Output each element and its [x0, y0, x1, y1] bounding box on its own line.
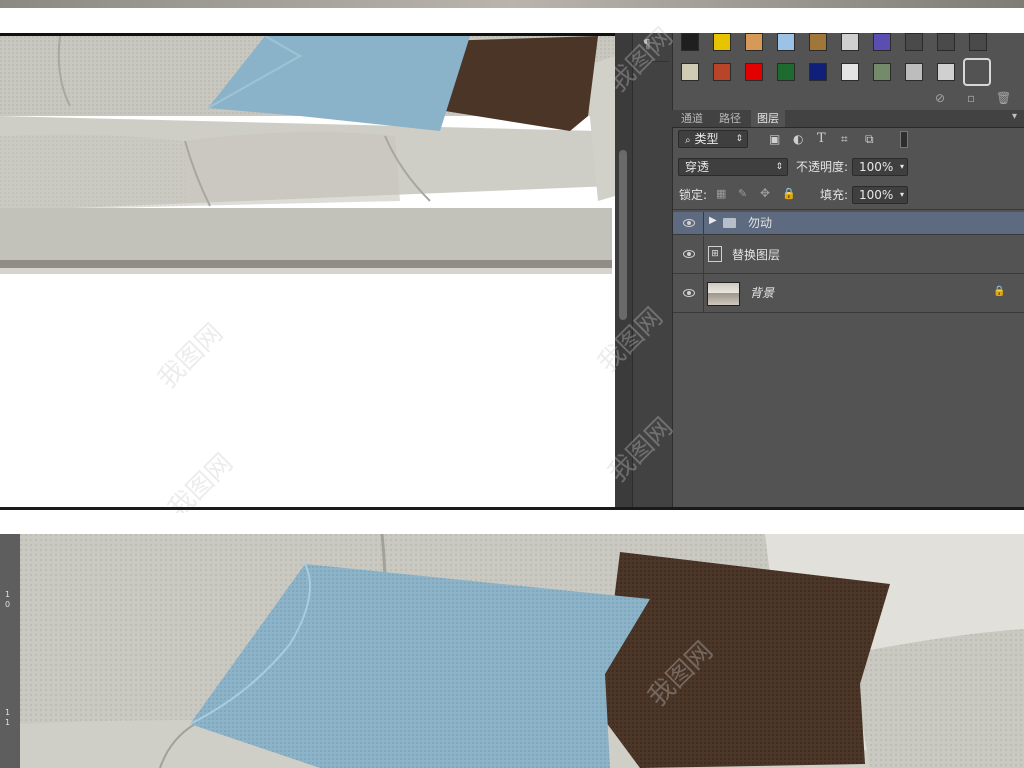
opacity-value: 100%: [859, 160, 894, 174]
chevron-updown-icon: ⇕: [735, 134, 743, 144]
style-swatch[interactable]: [937, 63, 955, 81]
ruler-mark: 1: [5, 708, 11, 717]
filter-toggle[interactable]: [900, 131, 908, 148]
opacity-input[interactable]: 100% ▾: [852, 158, 908, 176]
divider: [703, 212, 704, 234]
panel-menu-icon[interactable]: ▾: [1012, 111, 1017, 122]
style-swatch[interactable]: [873, 63, 891, 81]
expand-triangle-icon[interactable]: ▶: [709, 215, 717, 226]
new-style-icon[interactable]: ▫: [967, 91, 975, 105]
layer-row-group[interactable]: ▶ 勿动: [673, 212, 1024, 235]
style-swatch[interactable]: [713, 33, 731, 51]
layer-row-smart-object[interactable]: ⊞ 替换图层: [673, 236, 1024, 274]
search-icon: ⌕: [685, 135, 691, 146]
style-swatch[interactable]: [681, 33, 699, 51]
fill-label: 填充:: [820, 188, 849, 202]
layer-name[interactable]: 勿动: [748, 215, 772, 231]
pixel-filter-icon[interactable]: ▣: [769, 132, 780, 146]
lock-all-icon[interactable]: 🔒: [782, 187, 796, 200]
sofa-photo: [20, 534, 1024, 768]
panel-dock-gutter: ¶: [632, 33, 673, 510]
style-swatch[interactable]: [905, 33, 923, 51]
style-swatch[interactable]: [777, 33, 795, 51]
layer-name[interactable]: 背景: [750, 285, 774, 301]
smart-object-filter-icon[interactable]: ⧉: [865, 132, 874, 147]
chevron-updown-icon: ⇕: [775, 162, 783, 172]
chevron-down-icon: ▾: [899, 190, 904, 199]
blend-mode-dropdown[interactable]: 穿透 ⇕: [678, 158, 788, 176]
ruler-mark: 1: [5, 590, 11, 599]
top-photo-strip: [0, 0, 1024, 8]
style-swatch[interactable]: [937, 33, 955, 51]
ruler-mark: 1: [5, 718, 11, 727]
style-swatch[interactable]: [841, 63, 859, 81]
type-filter-icon[interactable]: T: [817, 131, 826, 146]
chevron-down-icon: ▾: [899, 162, 904, 171]
style-swatch[interactable]: [969, 33, 987, 51]
style-swatch[interactable]: [777, 63, 795, 81]
lock-transparent-icon[interactable]: ▦: [716, 187, 726, 200]
smart-object-icon: ⊞: [708, 246, 722, 262]
visibility-eye-icon[interactable]: [683, 289, 695, 297]
divider: [703, 236, 704, 273]
style-swatch[interactable]: [809, 33, 827, 51]
tab-layers[interactable]: 图层: [751, 110, 785, 127]
sofa-image-top: [0, 36, 615, 274]
fill-input[interactable]: 100% ▾: [852, 186, 908, 204]
divider: [703, 274, 704, 312]
divider: [639, 61, 669, 62]
divider: [673, 209, 1024, 210]
style-swatch[interactable]: [681, 63, 699, 81]
style-swatch[interactable]: [809, 63, 827, 81]
document-canvas[interactable]: 我图网 我图网: [0, 33, 615, 513]
layer-thumbnail: [707, 282, 740, 306]
adjustment-filter-icon[interactable]: ◐: [793, 132, 803, 146]
style-swatch[interactable]: [873, 33, 891, 51]
style-swatch[interactable]: [905, 63, 923, 81]
filter-kind-label: 类型: [694, 132, 719, 146]
visibility-eye-icon[interactable]: [683, 250, 695, 258]
style-swatch[interactable]: [745, 63, 763, 81]
lock-image-icon[interactable]: ✎: [738, 187, 747, 200]
scrollbar-thumb[interactable]: [619, 150, 627, 320]
sofa-image-bottom: 我图网: [20, 534, 1024, 768]
lock-icon: 🔒: [993, 286, 1006, 297]
folder-icon: [723, 218, 736, 228]
lock-position-icon[interactable]: ✥: [760, 186, 770, 200]
style-swatch[interactable]: [713, 63, 731, 81]
paragraph-icon[interactable]: ¶: [643, 37, 651, 51]
ruler-mark: 0: [5, 600, 11, 609]
layer-filter-dropdown[interactable]: ⌕ 类型 ⇕: [678, 130, 748, 148]
style-swatch[interactable]: [841, 33, 859, 51]
visibility-eye-icon[interactable]: [683, 219, 695, 227]
lock-label: 锁定:: [679, 188, 708, 202]
shape-filter-icon[interactable]: ⌗: [841, 132, 848, 147]
clear-style-icon[interactable]: ⊘: [935, 91, 945, 105]
vertical-ruler: 1 0 1 1: [0, 534, 21, 768]
tab-channels[interactable]: 通道: [681, 110, 703, 127]
tab-paths[interactable]: 路径: [719, 110, 741, 127]
blend-mode-value: 穿透: [685, 160, 710, 174]
layer-row-background[interactable]: 背景 🔒: [673, 274, 1024, 313]
style-swatch[interactable]: [745, 33, 763, 51]
opacity-label: 不透明度:: [796, 160, 849, 174]
delete-style-icon[interactable]: 🗑: [996, 91, 1011, 105]
layer-name[interactable]: 替换图层: [732, 247, 780, 263]
divider: [0, 507, 1024, 510]
fill-value: 100%: [859, 188, 894, 202]
style-swatch-selected[interactable]: [963, 58, 991, 86]
